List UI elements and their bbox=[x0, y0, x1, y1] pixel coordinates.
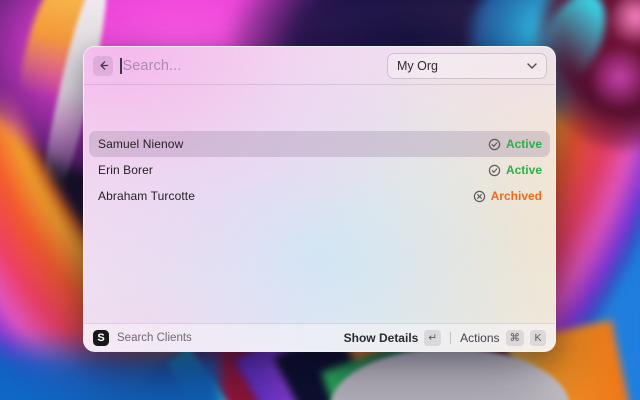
k-key-icon: K bbox=[530, 329, 546, 346]
check-circle-icon bbox=[488, 164, 501, 176]
launcher-window: Search... My Org Samuel Nienow Active Er… bbox=[83, 46, 556, 352]
show-details-button[interactable]: Show Details bbox=[344, 331, 419, 345]
search-header: Search... My Org bbox=[84, 47, 555, 85]
status-badge: Active bbox=[488, 137, 542, 151]
client-name: Erin Borer bbox=[98, 163, 154, 177]
list-item[interactable]: Erin Borer Active bbox=[89, 157, 550, 183]
status-badge: Active bbox=[488, 163, 542, 177]
search-input[interactable]: Search... bbox=[120, 57, 387, 74]
text-caret bbox=[120, 57, 122, 74]
arrow-left-icon bbox=[99, 61, 108, 70]
client-name: Abraham Turcotte bbox=[98, 189, 195, 203]
x-circle-icon bbox=[473, 190, 485, 202]
search-placeholder: Search... bbox=[122, 57, 182, 74]
app-icon: S bbox=[93, 329, 109, 346]
status-label: Active bbox=[505, 163, 542, 177]
desktop-screen: Search... My Org Samuel Nienow Active Er… bbox=[0, 0, 640, 400]
status-label: Active bbox=[505, 137, 542, 151]
return-key-icon: ↵ bbox=[424, 329, 442, 346]
actions-button[interactable]: Actions bbox=[460, 331, 499, 345]
chevron-down-icon bbox=[527, 62, 537, 69]
status-label: Archived bbox=[490, 189, 542, 203]
client-name: Samuel Nienow bbox=[98, 137, 184, 151]
footer-divider bbox=[450, 331, 452, 344]
org-dropdown[interactable]: My Org bbox=[387, 52, 547, 79]
client-list: Samuel Nienow Active Erin Borer Active A… bbox=[89, 131, 550, 209]
org-dropdown-value: My Org bbox=[397, 58, 438, 73]
list-item[interactable]: Samuel Nienow Active bbox=[89, 131, 550, 157]
command-title: Search Clients bbox=[117, 331, 192, 344]
command-key-icon: ⌘ bbox=[505, 329, 524, 346]
back-button[interactable] bbox=[93, 55, 113, 76]
status-badge: Archived bbox=[473, 189, 542, 203]
list-item[interactable]: Abraham Turcotte Archived bbox=[89, 183, 550, 209]
check-circle-icon bbox=[488, 138, 501, 150]
window-footer: S Search Clients Show Details ↵ Actions … bbox=[84, 323, 555, 351]
